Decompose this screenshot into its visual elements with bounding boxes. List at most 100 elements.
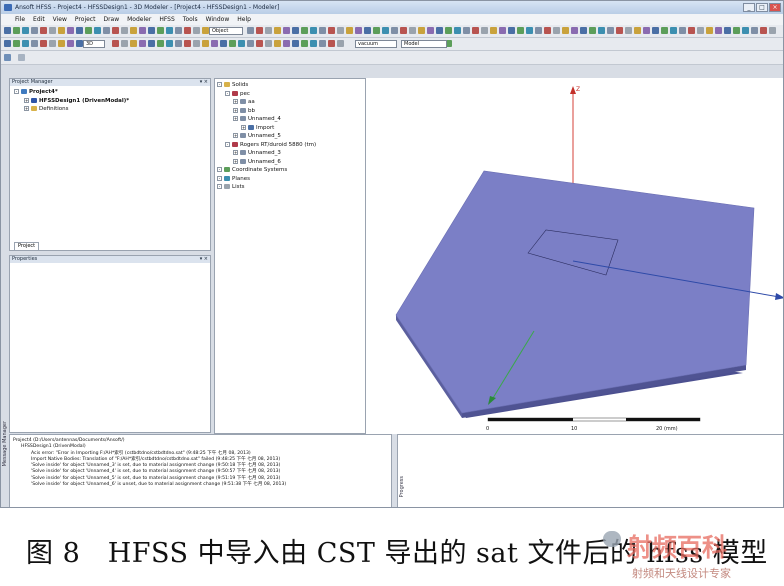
toolbar-button-icon[interactable] <box>130 27 137 34</box>
toolbar-button-icon[interactable] <box>283 27 290 34</box>
3d-viewport[interactable]: Z 0 10 20 (mm) <box>366 78 783 434</box>
toolbar-button-icon[interactable] <box>4 40 11 47</box>
fit-icon[interactable] <box>4 54 11 61</box>
expand-toggle[interactable]: + <box>233 99 238 104</box>
toolbar-button-icon[interactable] <box>751 27 758 34</box>
expand-toggle[interactable]: - <box>217 175 222 181</box>
toolbar-button-icon[interactable] <box>652 27 659 34</box>
toolbar-button-icon[interactable] <box>202 27 209 34</box>
toolbar-button-icon[interactable] <box>148 40 155 47</box>
model-tree-item[interactable]: - Solids <box>217 81 316 90</box>
toolbar-button-icon[interactable] <box>184 27 191 34</box>
tab-project[interactable]: Project <box>14 242 40 250</box>
toolbar-button-icon[interactable] <box>49 40 56 47</box>
toolbar-button-icon[interactable] <box>526 27 533 34</box>
toolbar-button-icon[interactable] <box>211 40 218 47</box>
toolbar-button-icon[interactable] <box>499 27 506 34</box>
model-tree-item[interactable]: + aa <box>217 98 316 107</box>
toolbar-button-icon[interactable] <box>697 27 704 34</box>
toolbar-button-icon[interactable] <box>85 27 92 34</box>
toolbar-button-icon[interactable] <box>562 27 569 34</box>
expand-toggle[interactable]: - <box>217 167 222 172</box>
toolbar-button-icon[interactable] <box>31 40 38 47</box>
toolbar-button-icon[interactable] <box>706 27 713 34</box>
toolbar-button-icon[interactable] <box>31 27 38 34</box>
minimize-button[interactable]: _ <box>743 3 755 12</box>
toolbar-button-icon[interactable] <box>256 27 263 34</box>
toolbar-button-icon[interactable] <box>166 27 173 34</box>
toolbar-button-icon[interactable] <box>742 27 749 34</box>
toolbar-button-icon[interactable] <box>688 27 695 34</box>
model-dropdown[interactable]: Model <box>401 40 447 48</box>
zoom-dropdown[interactable]: 3D <box>83 40 105 48</box>
model-tree-item[interactable]: + Import <box>217 124 316 133</box>
toolbar-button-icon[interactable] <box>445 27 452 34</box>
expand-toggle[interactable]: + <box>233 158 238 164</box>
toolbar-button-icon[interactable] <box>373 27 380 34</box>
toolbar-button-icon[interactable] <box>346 27 353 34</box>
toolbar-button-icon[interactable] <box>616 27 623 34</box>
toolbar-button-icon[interactable] <box>580 27 587 34</box>
toolbar-button-icon[interactable] <box>67 27 74 34</box>
toolbar-button-icon[interactable] <box>67 40 74 47</box>
model-tree-item[interactable]: + Unnamed_5 <box>217 132 316 141</box>
toolbar-button-icon[interactable] <box>319 27 326 34</box>
toolbar-button-icon[interactable] <box>238 40 245 47</box>
toolbar-button-icon[interactable] <box>490 27 497 34</box>
toolbar-button-icon[interactable] <box>400 27 407 34</box>
toolbar-button-icon[interactable] <box>508 27 515 34</box>
toolbar-button-icon[interactable] <box>337 40 344 47</box>
toolbar-button-icon[interactable] <box>247 40 254 47</box>
toolbar-button-icon[interactable] <box>175 40 182 47</box>
expand-toggle[interactable]: + <box>241 124 246 130</box>
toolbar-button-icon[interactable] <box>184 40 191 47</box>
toolbar-button-icon[interactable] <box>76 40 83 47</box>
toolbar-button-icon[interactable] <box>553 27 560 34</box>
toolbar-button-icon[interactable] <box>13 27 20 34</box>
toolbar-button-icon[interactable] <box>139 40 146 47</box>
toolbar-button-icon[interactable] <box>589 27 596 34</box>
toolbar-button-icon[interactable] <box>634 27 641 34</box>
toolbar-button-icon[interactable] <box>544 27 551 34</box>
toolbar-button-icon[interactable] <box>49 27 56 34</box>
menu-view[interactable]: View <box>53 16 67 23</box>
toolbar-button-icon[interactable] <box>328 40 335 47</box>
expand-toggle[interactable]: + <box>233 150 238 155</box>
toolbar-button-icon[interactable] <box>310 40 317 47</box>
toolbar-button-icon[interactable] <box>337 27 344 34</box>
toolbar-button-icon[interactable] <box>643 27 650 34</box>
model-tree-item[interactable]: + Unnamed_4 <box>217 115 316 124</box>
toolbar-button-icon[interactable] <box>679 27 686 34</box>
toolbar-button-icon[interactable] <box>607 27 614 34</box>
model-tree-item[interactable]: + Unnamed_6 <box>217 158 316 167</box>
expand-toggle[interactable]: - <box>225 90 230 96</box>
toolbar-button-icon[interactable] <box>247 27 254 34</box>
menu-tools[interactable]: Tools <box>183 16 198 23</box>
rotate-icon[interactable] <box>18 54 26 61</box>
toolbar-button-icon[interactable] <box>769 27 776 34</box>
material-dropdown[interactable]: vacuum <box>355 40 397 48</box>
toolbar-button-icon[interactable] <box>724 27 731 34</box>
toolbar-button-icon[interactable] <box>166 40 173 47</box>
expand-toggle[interactable]: + <box>233 107 238 113</box>
toolbar-button-icon[interactable] <box>265 27 272 34</box>
toolbar-button-icon[interactable] <box>283 40 290 47</box>
model-tree-item[interactable]: - Planes <box>217 175 316 184</box>
expand-toggle[interactable]: - <box>225 141 230 147</box>
definitions-node[interactable]: + Definitions <box>14 105 129 114</box>
toolbar-button-icon[interactable] <box>310 27 317 34</box>
toolbar-button-icon[interactable] <box>157 40 164 47</box>
toolbar-button-icon[interactable] <box>535 27 542 34</box>
toolbar-button-icon[interactable] <box>625 27 632 34</box>
toolbar-button-icon[interactable] <box>22 27 29 34</box>
select-mode-dropdown[interactable]: Object <box>209 27 243 35</box>
toolbar-button-icon[interactable] <box>193 27 200 34</box>
toolbar-button-icon[interactable] <box>112 27 119 34</box>
toolbar-button-icon[interactable] <box>481 27 488 34</box>
model-tree-item[interactable]: + Unnamed_3 <box>217 149 316 158</box>
toolbar-button-icon[interactable] <box>301 40 308 47</box>
toolbar-button-icon[interactable] <box>202 40 209 47</box>
toolbar-button-icon[interactable] <box>22 40 29 47</box>
toolbar-button-icon[interactable] <box>256 40 263 47</box>
menu-draw[interactable]: Draw <box>103 16 119 23</box>
